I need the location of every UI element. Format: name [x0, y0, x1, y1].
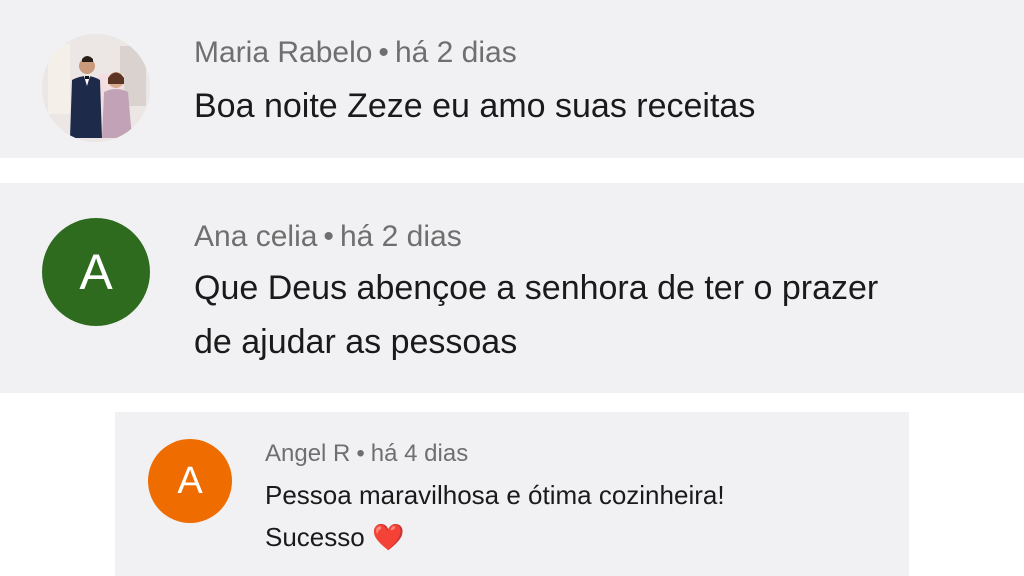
comment-meta: Ana celia • há 2 dias	[194, 220, 462, 254]
separator-dot: •	[378, 36, 389, 69]
letter-avatar[interactable]: A	[42, 218, 150, 326]
separator-dot: •	[356, 440, 365, 467]
comment-text-line: Que Deus abençoe a senhora de ter o praz…	[194, 269, 879, 307]
comment-card	[0, 0, 1024, 158]
letter-avatar[interactable]: A	[148, 439, 232, 523]
comment-text: Pessoa maravilhosa e ótima cozinheira! S…	[265, 474, 725, 558]
comment-meta: Angel R • há 4 dias	[265, 440, 468, 468]
couple-photo-avatar[interactable]	[42, 34, 150, 142]
comment-text-line: Boa noite Zeze eu amo suas receitas	[194, 87, 756, 125]
author-name[interactable]: Ana celia	[194, 220, 317, 253]
author-name[interactable]: Maria Rabelo	[194, 36, 372, 69]
comment-meta: Maria Rabelo • há 2 dias	[194, 36, 517, 70]
comment-time[interactable]: há 4 dias	[371, 440, 468, 467]
separator-dot: •	[323, 220, 334, 253]
comment-text: Que Deus abençoe a senhora de ter o praz…	[194, 261, 878, 369]
comment-time[interactable]: há 2 dias	[340, 220, 462, 253]
author-name[interactable]: Angel R	[265, 440, 350, 467]
comment-text-line: de ajudar as pessoas	[194, 323, 518, 361]
comment-text-line: Sucesso ❤️	[265, 516, 725, 558]
comment-text-line: Pessoa maravilhosa e ótima cozinheira!	[265, 480, 725, 510]
comment-text: Boa noite Zeze eu amo suas receitas	[194, 84, 755, 128]
comment-text-fragment: Sucesso	[265, 522, 365, 552]
red-heart-icon: ❤️	[371, 522, 405, 552]
comment-time[interactable]: há 2 dias	[395, 36, 517, 69]
